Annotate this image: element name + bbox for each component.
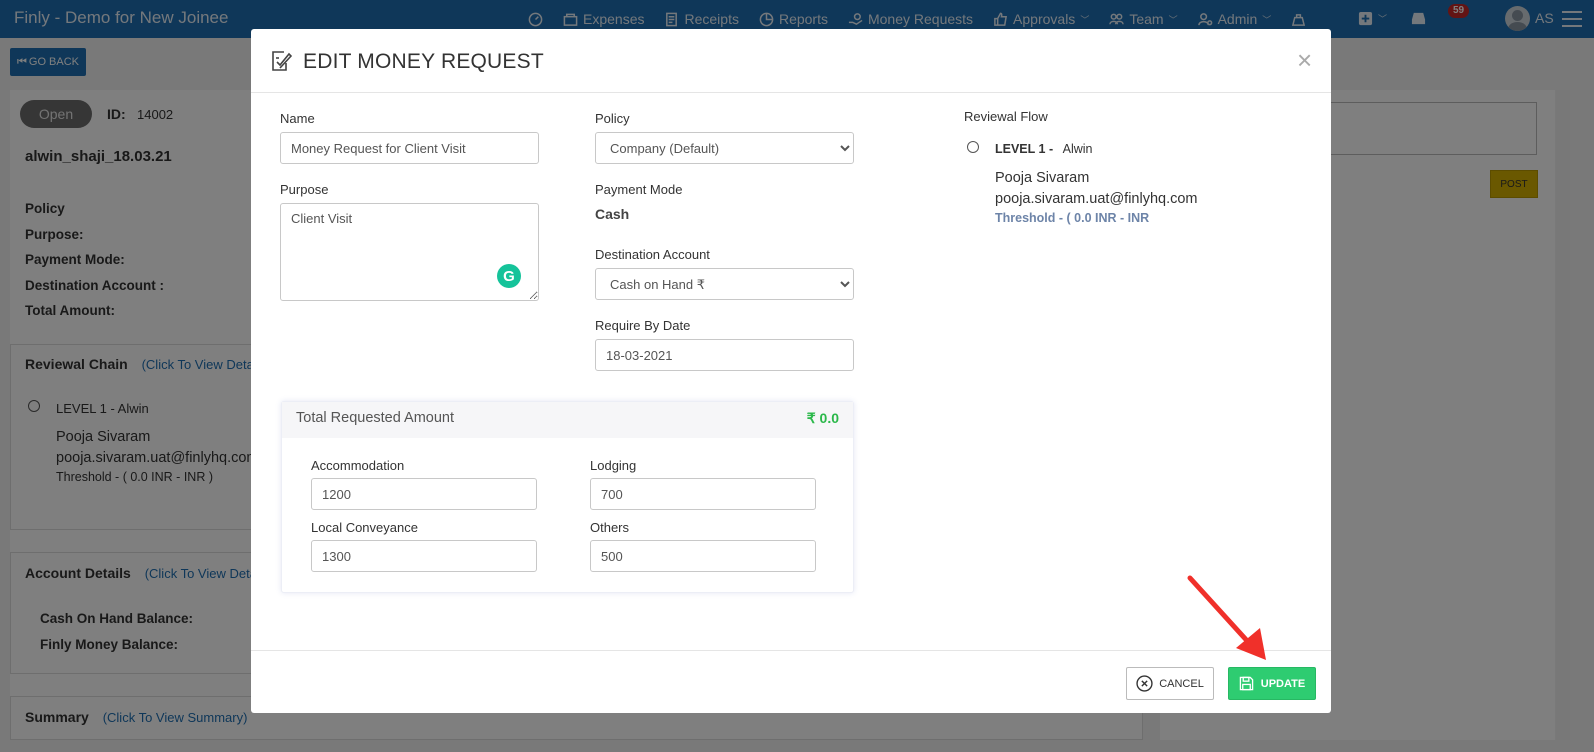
purpose-label: Purpose [280,182,329,197]
total-requested-amount-label: Total Requested Amount [296,410,454,426]
payment-mode-label: Payment Mode [595,182,683,197]
annotation-arrow-icon [1187,575,1266,660]
others-label: Others [590,520,630,535]
others-input[interactable] [590,540,816,572]
close-icon[interactable]: × [1297,45,1312,76]
cancel-label: CANCEL [1159,677,1204,690]
require-by-date-label: Require By Date [595,318,691,333]
modal-footer: CANCEL UPDATE [251,650,1331,713]
payment-mode-value: Cash [595,206,630,222]
reviewer-name: Pooja Sivaram [995,170,1090,186]
name-label: Name [280,111,315,126]
edit-document-icon [272,51,293,71]
level-label: LEVEL 1 - [995,142,1054,156]
total-requested-amount-card: Total Requested Amount ₹ 0.0 Accommodati… [281,401,854,593]
lodging-input[interactable] [590,478,816,510]
accommodation-label: Accommodation [311,458,405,473]
cancel-button[interactable]: CANCEL [1126,667,1214,700]
require-by-date-input[interactable] [595,339,854,371]
close-circle-icon [1136,675,1153,692]
local-conveyance-label: Local Conveyance [311,520,418,535]
grammarly-icon[interactable]: G [497,264,521,288]
local-conveyance-input[interactable] [311,540,537,572]
level-text: LEVEL 1 - Alwin [995,142,1092,156]
purpose-textarea[interactable]: Client Visit [280,203,539,301]
accommodation-input[interactable] [311,478,537,510]
reviewal-flow-label: Reviewal Flow [964,109,1048,124]
edit-money-request-modal: EDIT MONEY REQUEST × Name Purpose Client… [251,29,1331,713]
name-input[interactable] [280,132,539,164]
lodging-label: Lodging [590,458,637,473]
level-1-radio[interactable] [967,141,979,153]
destination-account-label: Destination Account [595,247,710,262]
modal-header: EDIT MONEY REQUEST × [251,29,1331,93]
update-button[interactable]: UPDATE [1228,667,1316,700]
reviewer-email: pooja.sivaram.uat@finlyhq.com [995,191,1198,207]
policy-select[interactable]: Company (Default) [595,132,854,164]
total-requested-amount-value: ₹ 0.0 [806,410,839,426]
level-name: Alwin [1062,142,1093,156]
policy-label: Policy [595,111,630,126]
save-icon [1239,676,1254,691]
modal-title: EDIT MONEY REQUEST [303,50,544,73]
threshold-text: Threshold - ( 0.0 INR - INR [995,211,1150,225]
update-label: UPDATE [1260,677,1306,690]
amount-card-header: Total Requested Amount ₹ 0.0 [282,402,853,438]
destination-account-select[interactable]: Cash on Hand ₹ [595,268,854,300]
